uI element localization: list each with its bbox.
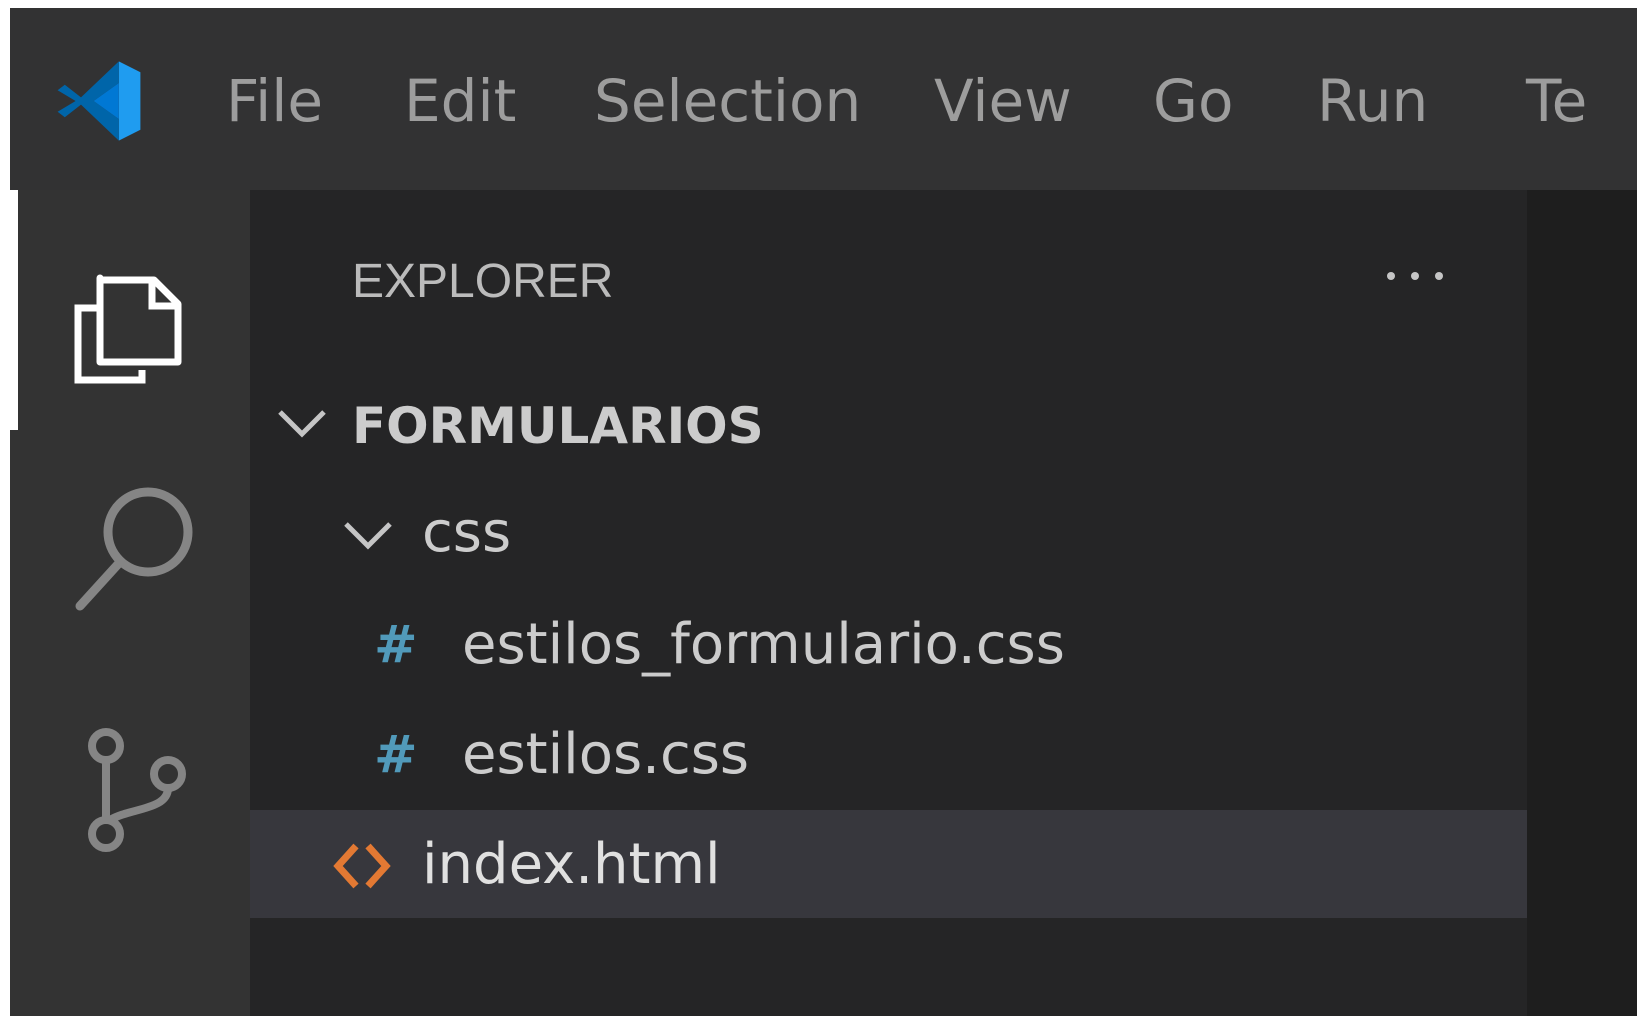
search-icon[interactable]: [50, 470, 210, 630]
tree-item-file[interactable]: # estilos_formulario.css: [250, 594, 1527, 702]
menu-run[interactable]: Run: [1317, 66, 1428, 136]
active-indicator: [10, 190, 18, 430]
chevron-down-icon: [278, 410, 326, 438]
chevron-down-icon: [344, 522, 392, 550]
editor-area: [1527, 190, 1637, 1016]
menu-selection[interactable]: Selection: [594, 66, 861, 136]
source-control-icon[interactable]: [50, 710, 210, 870]
tree-item-folder-css[interactable]: css: [250, 484, 1527, 592]
explorer-title: EXPLORER: [352, 255, 614, 308]
menu-terminal[interactable]: Te: [1526, 66, 1587, 136]
folder-label: css: [422, 500, 512, 565]
menu-go[interactable]: Go: [1153, 66, 1233, 136]
activity-bar: [10, 190, 250, 1016]
ellipsis-icon[interactable]: [1375, 256, 1455, 296]
css-hash-icon: #: [374, 725, 418, 785]
explorer-sidebar: EXPLORER FORMULARIOS css # estilos_formu…: [250, 190, 1527, 1016]
file-label: index.html: [422, 832, 721, 897]
tree-item-file-selected[interactable]: index.html: [250, 810, 1527, 918]
vscode-window: File Edit Selection View Go Run Te EXPLO…: [10, 8, 1637, 1016]
vscode-logo-icon: [57, 61, 141, 141]
root-folder-label: FORMULARIOS: [352, 397, 764, 455]
file-label: estilos.css: [462, 722, 750, 787]
file-label: estilos_formulario.css: [462, 612, 1065, 677]
menu-file[interactable]: File: [226, 66, 323, 136]
menu-bar: File Edit Selection View Go Run Te: [10, 8, 1637, 190]
tree-item-file[interactable]: # estilos.css: [250, 702, 1527, 810]
explorer-icon[interactable]: [50, 230, 210, 390]
tree-item-root-folder[interactable]: FORMULARIOS: [250, 372, 1527, 480]
menu-edit[interactable]: Edit: [404, 66, 516, 136]
menu-view[interactable]: View: [934, 66, 1072, 136]
css-hash-icon: #: [374, 615, 418, 675]
html-icon: [333, 843, 391, 889]
